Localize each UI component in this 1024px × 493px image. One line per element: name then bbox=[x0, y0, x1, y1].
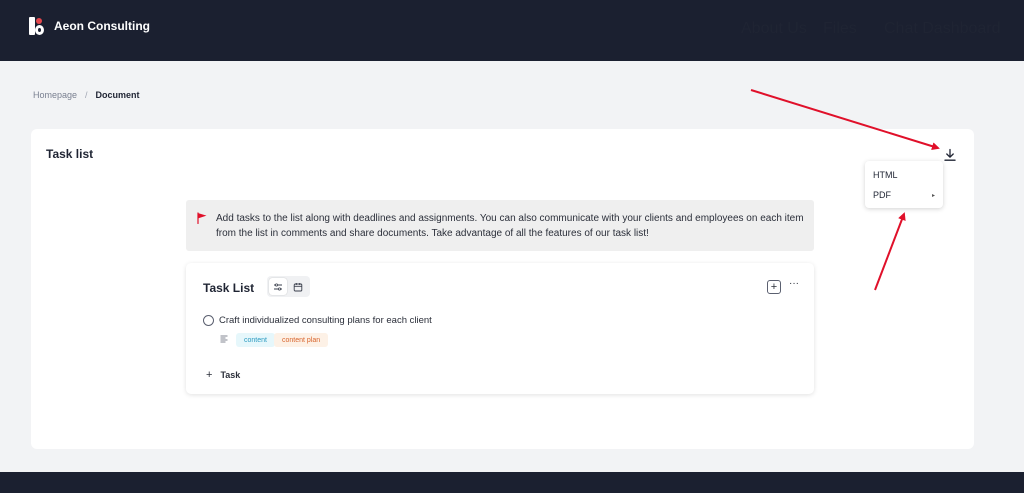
task-checkbox[interactable] bbox=[203, 315, 214, 326]
description-icon bbox=[220, 335, 228, 343]
add-task-button[interactable]: + Task bbox=[206, 369, 240, 381]
top-navigation-bar: Aeon Consulting About Us Files Chat Dash… bbox=[0, 0, 1024, 61]
plus-icon: + bbox=[206, 369, 213, 381]
task-list-card: Task List + ··· Craft individualized con… bbox=[186, 263, 814, 394]
task-list-title: Task List bbox=[203, 281, 255, 295]
tag-content[interactable]: content bbox=[236, 333, 275, 347]
brand-logo-icon bbox=[29, 17, 45, 35]
info-notice: Add tasks to the list along with deadlin… bbox=[186, 200, 814, 251]
nav-about-us[interactable]: About Us bbox=[741, 20, 807, 38]
nav-files[interactable]: Files bbox=[823, 20, 857, 38]
nav-chat-dashboard[interactable]: Chat Dashboard bbox=[884, 20, 1001, 38]
submenu-arrow-icon: ▸ bbox=[931, 193, 935, 199]
calendar-view-button[interactable] bbox=[289, 278, 307, 295]
task-item[interactable]: Craft individualized consulting plans fo… bbox=[203, 315, 432, 326]
footer-bar bbox=[0, 472, 1024, 493]
flag-icon bbox=[197, 212, 207, 224]
more-options-icon[interactable]: ··· bbox=[789, 278, 799, 289]
breadcrumb-separator: / bbox=[85, 90, 88, 100]
plus-icon: + bbox=[770, 280, 778, 293]
add-task-label: Task bbox=[220, 370, 241, 380]
list-view-button[interactable] bbox=[269, 278, 287, 295]
notice-text: Add tasks to the list along with deadlin… bbox=[216, 213, 804, 239]
tag-content-plan[interactable]: content plan bbox=[274, 333, 329, 347]
download-dropdown-menu: HTML PDF ▸ bbox=[865, 161, 943, 208]
download-pdf-option[interactable]: PDF bbox=[873, 190, 891, 200]
breadcrumb: Homepage / Document bbox=[33, 90, 140, 100]
brand-name: Aeon Consulting bbox=[54, 19, 150, 33]
panel-title: Task list bbox=[46, 147, 94, 161]
view-toggle bbox=[267, 276, 310, 297]
add-button[interactable]: + bbox=[767, 280, 781, 294]
download-icon[interactable] bbox=[943, 148, 957, 162]
download-html-option[interactable]: HTML bbox=[873, 170, 898, 180]
calendar-icon bbox=[293, 282, 303, 291]
sliders-icon bbox=[274, 282, 282, 291]
breadcrumb-home[interactable]: Homepage bbox=[33, 90, 77, 100]
task-list-panel: Task list HTML PDF ▸ Add tasks to the li… bbox=[31, 129, 974, 449]
breadcrumb-current: Document bbox=[95, 90, 140, 100]
task-name[interactable]: Craft individualized consulting plans fo… bbox=[219, 315, 432, 326]
brand[interactable]: Aeon Consulting bbox=[29, 17, 150, 35]
